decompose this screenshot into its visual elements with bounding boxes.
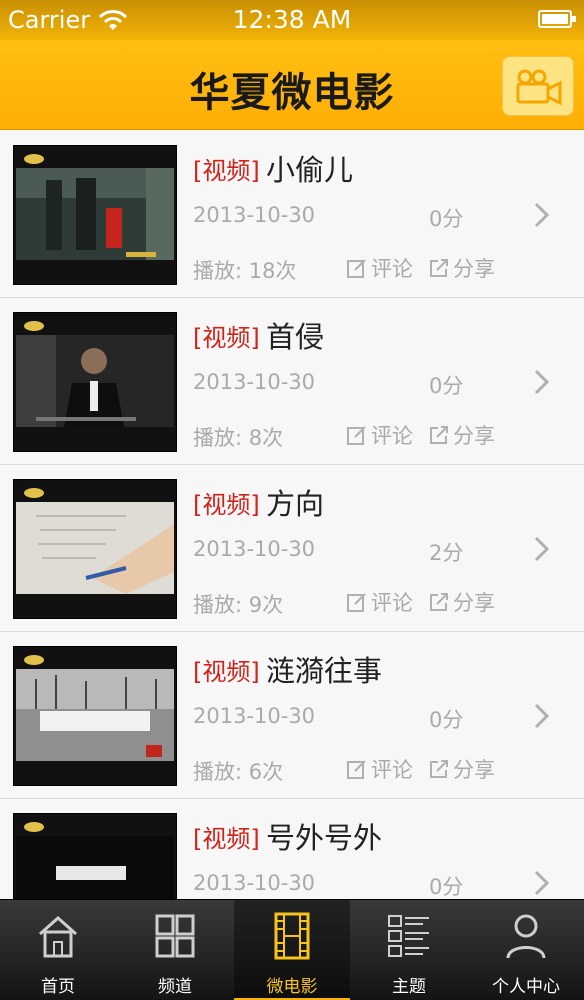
share-icon xyxy=(430,593,448,611)
video-date: 2013-10-30 xyxy=(193,537,316,561)
grid-icon xyxy=(155,914,195,958)
comment-label: 评论 xyxy=(371,591,413,615)
video-title[interactable]: 首侵 xyxy=(266,314,324,356)
thumbnail-image xyxy=(16,168,174,260)
play-count: 播放: 18次 xyxy=(193,259,297,283)
share-icon xyxy=(430,760,448,778)
battery-icon xyxy=(538,10,576,28)
chevron-right-icon[interactable] xyxy=(533,869,551,897)
tab-channel[interactable]: 频道 xyxy=(117,900,233,1000)
share-button[interactable]: 分享 xyxy=(428,420,495,450)
video-date: 2013-10-30 xyxy=(193,704,316,728)
tab-micro-film[interactable]: 微电影 xyxy=(234,900,350,1000)
home-icon xyxy=(39,915,77,958)
thumbnail-image xyxy=(16,335,174,427)
edit-icon xyxy=(347,760,366,779)
share-label: 分享 xyxy=(453,591,495,615)
comment-button[interactable]: 评论 xyxy=(346,420,413,450)
share-label: 分享 xyxy=(453,257,495,281)
thumbnail-image xyxy=(16,502,174,594)
video-camera-icon xyxy=(516,69,562,105)
user-icon xyxy=(506,914,546,959)
tab-label: 主题 xyxy=(392,977,426,997)
channel-logo xyxy=(24,154,44,164)
list-icon xyxy=(388,915,429,957)
thumbnail-image xyxy=(16,669,174,761)
list-item[interactable]: [视频] 方向 2013-10-30 2分 播放: 9次 评论 分享 xyxy=(0,465,584,632)
share-label: 分享 xyxy=(453,424,495,448)
edit-icon xyxy=(347,259,366,278)
tab-label: 个人中心 xyxy=(492,977,560,997)
video-date: 2013-10-30 xyxy=(193,871,316,895)
comment-button[interactable]: 评论 xyxy=(346,587,413,617)
play-count: 播放: 8次 xyxy=(193,426,284,450)
navigation-bar: 华夏微电影 xyxy=(0,40,584,130)
tab-label: 频道 xyxy=(158,977,192,997)
list-item[interactable]: [视频] 小偷儿 2013-10-30 0分 播放: 18次 评论 分享 xyxy=(0,131,584,298)
video-score: 2分 xyxy=(429,541,464,565)
comment-label: 评论 xyxy=(371,424,413,448)
share-label: 分享 xyxy=(453,758,495,782)
comment-button[interactable]: 评论 xyxy=(346,253,413,283)
tab-bar: 首页 频道 微电影 主题 个人中心 xyxy=(0,899,584,1000)
video-score: 0分 xyxy=(429,374,464,398)
tab-profile[interactable]: 个人中心 xyxy=(468,900,584,1000)
film-icon xyxy=(274,912,310,960)
video-title[interactable]: 号外号外 xyxy=(266,815,382,857)
tab-topic[interactable]: 主题 xyxy=(351,900,467,1000)
play-count: 播放: 9次 xyxy=(193,593,284,617)
chevron-right-icon[interactable] xyxy=(533,702,551,730)
edit-icon xyxy=(347,593,366,612)
video-date: 2013-10-30 xyxy=(193,203,316,227)
video-tag: [视频] xyxy=(193,658,260,686)
video-thumbnail xyxy=(13,813,177,899)
play-count: 播放: 6次 xyxy=(193,760,284,784)
share-icon xyxy=(430,426,448,444)
video-score: 0分 xyxy=(429,875,464,899)
video-date: 2013-10-30 xyxy=(193,370,316,394)
share-button[interactable]: 分享 xyxy=(428,754,495,784)
channel-logo xyxy=(24,488,44,498)
comment-label: 评论 xyxy=(371,758,413,782)
list-item[interactable]: [视频] 涟漪往事 2013-10-30 0分 播放: 6次 评论 分享 xyxy=(0,632,584,799)
chevron-right-icon[interactable] xyxy=(533,368,551,396)
channel-logo xyxy=(24,655,44,665)
video-tag: [视频] xyxy=(193,491,260,519)
video-thumbnail xyxy=(13,145,177,285)
channel-logo xyxy=(24,822,44,832)
list-item[interactable]: [视频] 首侵 2013-10-30 0分 播放: 8次 评论 分享 xyxy=(0,298,584,465)
video-thumbnail xyxy=(13,646,177,786)
share-button[interactable]: 分享 xyxy=(428,587,495,617)
video-thumbnail xyxy=(13,479,177,619)
list-item[interactable]: [视频] 号外号外 2013-10-30 0分 xyxy=(0,799,584,899)
page-title: 华夏微电影 xyxy=(189,70,395,116)
thumbnail-image xyxy=(16,836,174,899)
share-button[interactable]: 分享 xyxy=(428,253,495,283)
tab-home[interactable]: 首页 xyxy=(0,900,116,1000)
clock: 12:38 AM xyxy=(232,5,352,34)
channel-logo xyxy=(24,321,44,331)
video-tag: [视频] xyxy=(193,825,260,853)
tab-label: 首页 xyxy=(41,977,75,997)
video-title[interactable]: 涟漪往事 xyxy=(266,648,382,690)
video-title[interactable]: 小偷儿 xyxy=(266,147,353,189)
video-title[interactable]: 方向 xyxy=(266,481,324,523)
chevron-right-icon[interactable] xyxy=(533,535,551,563)
comment-button[interactable]: 评论 xyxy=(346,754,413,784)
status-bar: Carrier 12:38 AM xyxy=(0,0,584,40)
edit-icon xyxy=(347,426,366,445)
share-icon xyxy=(430,259,448,277)
chevron-right-icon[interactable] xyxy=(533,201,551,229)
comment-label: 评论 xyxy=(371,257,413,281)
video-thumbnail xyxy=(13,312,177,452)
video-camera-button[interactable] xyxy=(502,56,574,116)
video-tag: [视频] xyxy=(193,324,260,352)
video-score: 0分 xyxy=(429,708,464,732)
video-list[interactable]: [视频] 小偷儿 2013-10-30 0分 播放: 18次 评论 分享 [视频… xyxy=(0,131,584,899)
tab-label: 微电影 xyxy=(266,977,318,997)
video-score: 0分 xyxy=(429,207,464,231)
video-tag: [视频] xyxy=(193,157,260,185)
